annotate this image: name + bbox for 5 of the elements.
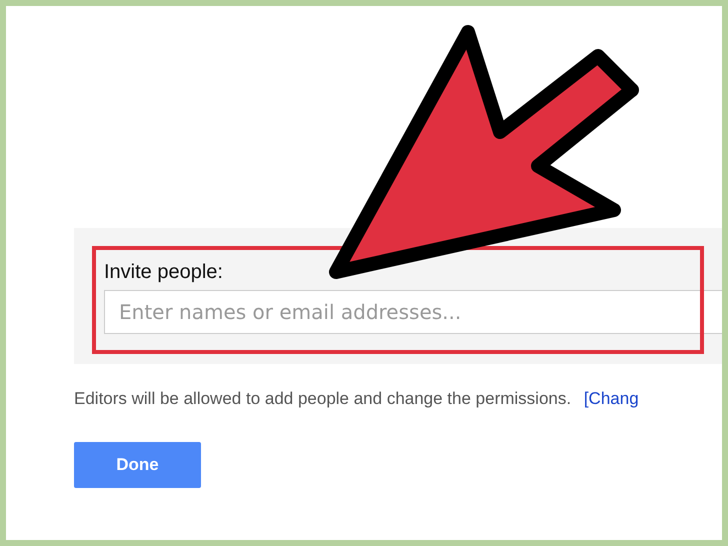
permissions-note: Editors will be allowed to add people and change the permissions. — [74, 389, 572, 408]
invite-input-field[interactable]: Enter names or email addresses... — [104, 290, 722, 334]
pointer-arrow-icon — [329, 25, 639, 279]
change-link[interactable]: [Chang — [584, 389, 639, 408]
invite-label: Invite people: — [104, 260, 224, 284]
